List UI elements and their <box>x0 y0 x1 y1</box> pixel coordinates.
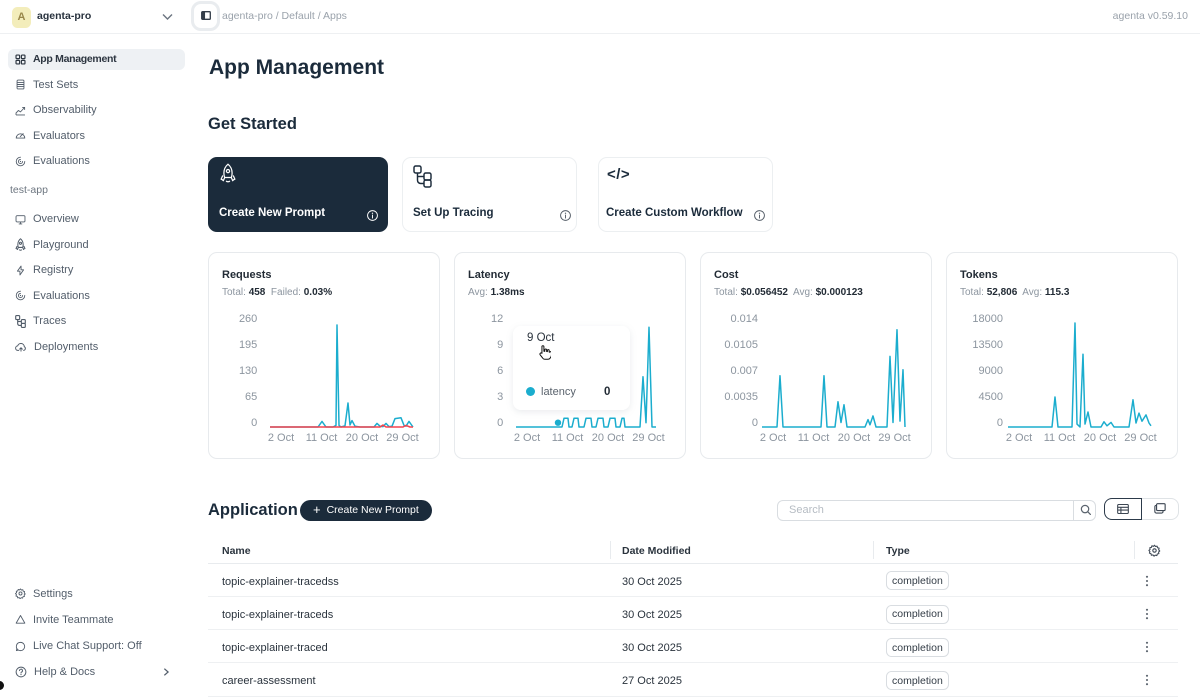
svg-text:0: 0 <box>997 417 1003 429</box>
svg-text:2 Oct: 2 Oct <box>514 432 540 444</box>
svg-text:2 Oct: 2 Oct <box>268 432 294 444</box>
svg-text:20 Oct: 20 Oct <box>592 432 624 444</box>
svg-text:11 Oct: 11 Oct <box>798 432 830 444</box>
svg-text:9000: 9000 <box>979 365 1003 377</box>
svg-text:0.0105: 0.0105 <box>724 339 758 351</box>
svg-text:2 Oct: 2 Oct <box>1006 432 1032 444</box>
svg-text:0: 0 <box>497 417 503 429</box>
svg-text:18000: 18000 <box>972 313 1003 325</box>
svg-text:4500: 4500 <box>979 391 1003 403</box>
svg-text:2 Oct: 2 Oct <box>760 432 786 444</box>
svg-text:6: 6 <box>497 365 503 377</box>
svg-text:9: 9 <box>497 339 503 351</box>
svg-text:29 Oct: 29 Oct <box>878 432 910 444</box>
svg-text:0: 0 <box>752 417 758 429</box>
svg-text:0.007: 0.007 <box>730 365 758 377</box>
svg-text:20 Oct: 20 Oct <box>1084 432 1116 444</box>
svg-text:260: 260 <box>239 313 257 325</box>
svg-text:29 Oct: 29 Oct <box>632 432 664 444</box>
svg-text:29 Oct: 29 Oct <box>386 432 418 444</box>
svg-text:20 Oct: 20 Oct <box>346 432 378 444</box>
svg-text:130: 130 <box>239 365 257 377</box>
svg-text:0.014: 0.014 <box>730 313 758 325</box>
svg-text:11 Oct: 11 Oct <box>552 432 584 444</box>
svg-text:3: 3 <box>497 391 503 403</box>
svg-text:29 Oct: 29 Oct <box>1124 432 1156 444</box>
svg-text:11 Oct: 11 Oct <box>1044 432 1076 444</box>
svg-text:0.0035: 0.0035 <box>724 391 758 403</box>
svg-text:20 Oct: 20 Oct <box>838 432 870 444</box>
svg-text:12: 12 <box>491 313 503 325</box>
svg-text:65: 65 <box>245 391 257 403</box>
svg-text:11 Oct: 11 Oct <box>306 432 338 444</box>
svg-text:13500: 13500 <box>972 339 1003 351</box>
svg-text:195: 195 <box>239 339 257 351</box>
svg-text:0: 0 <box>251 417 257 429</box>
